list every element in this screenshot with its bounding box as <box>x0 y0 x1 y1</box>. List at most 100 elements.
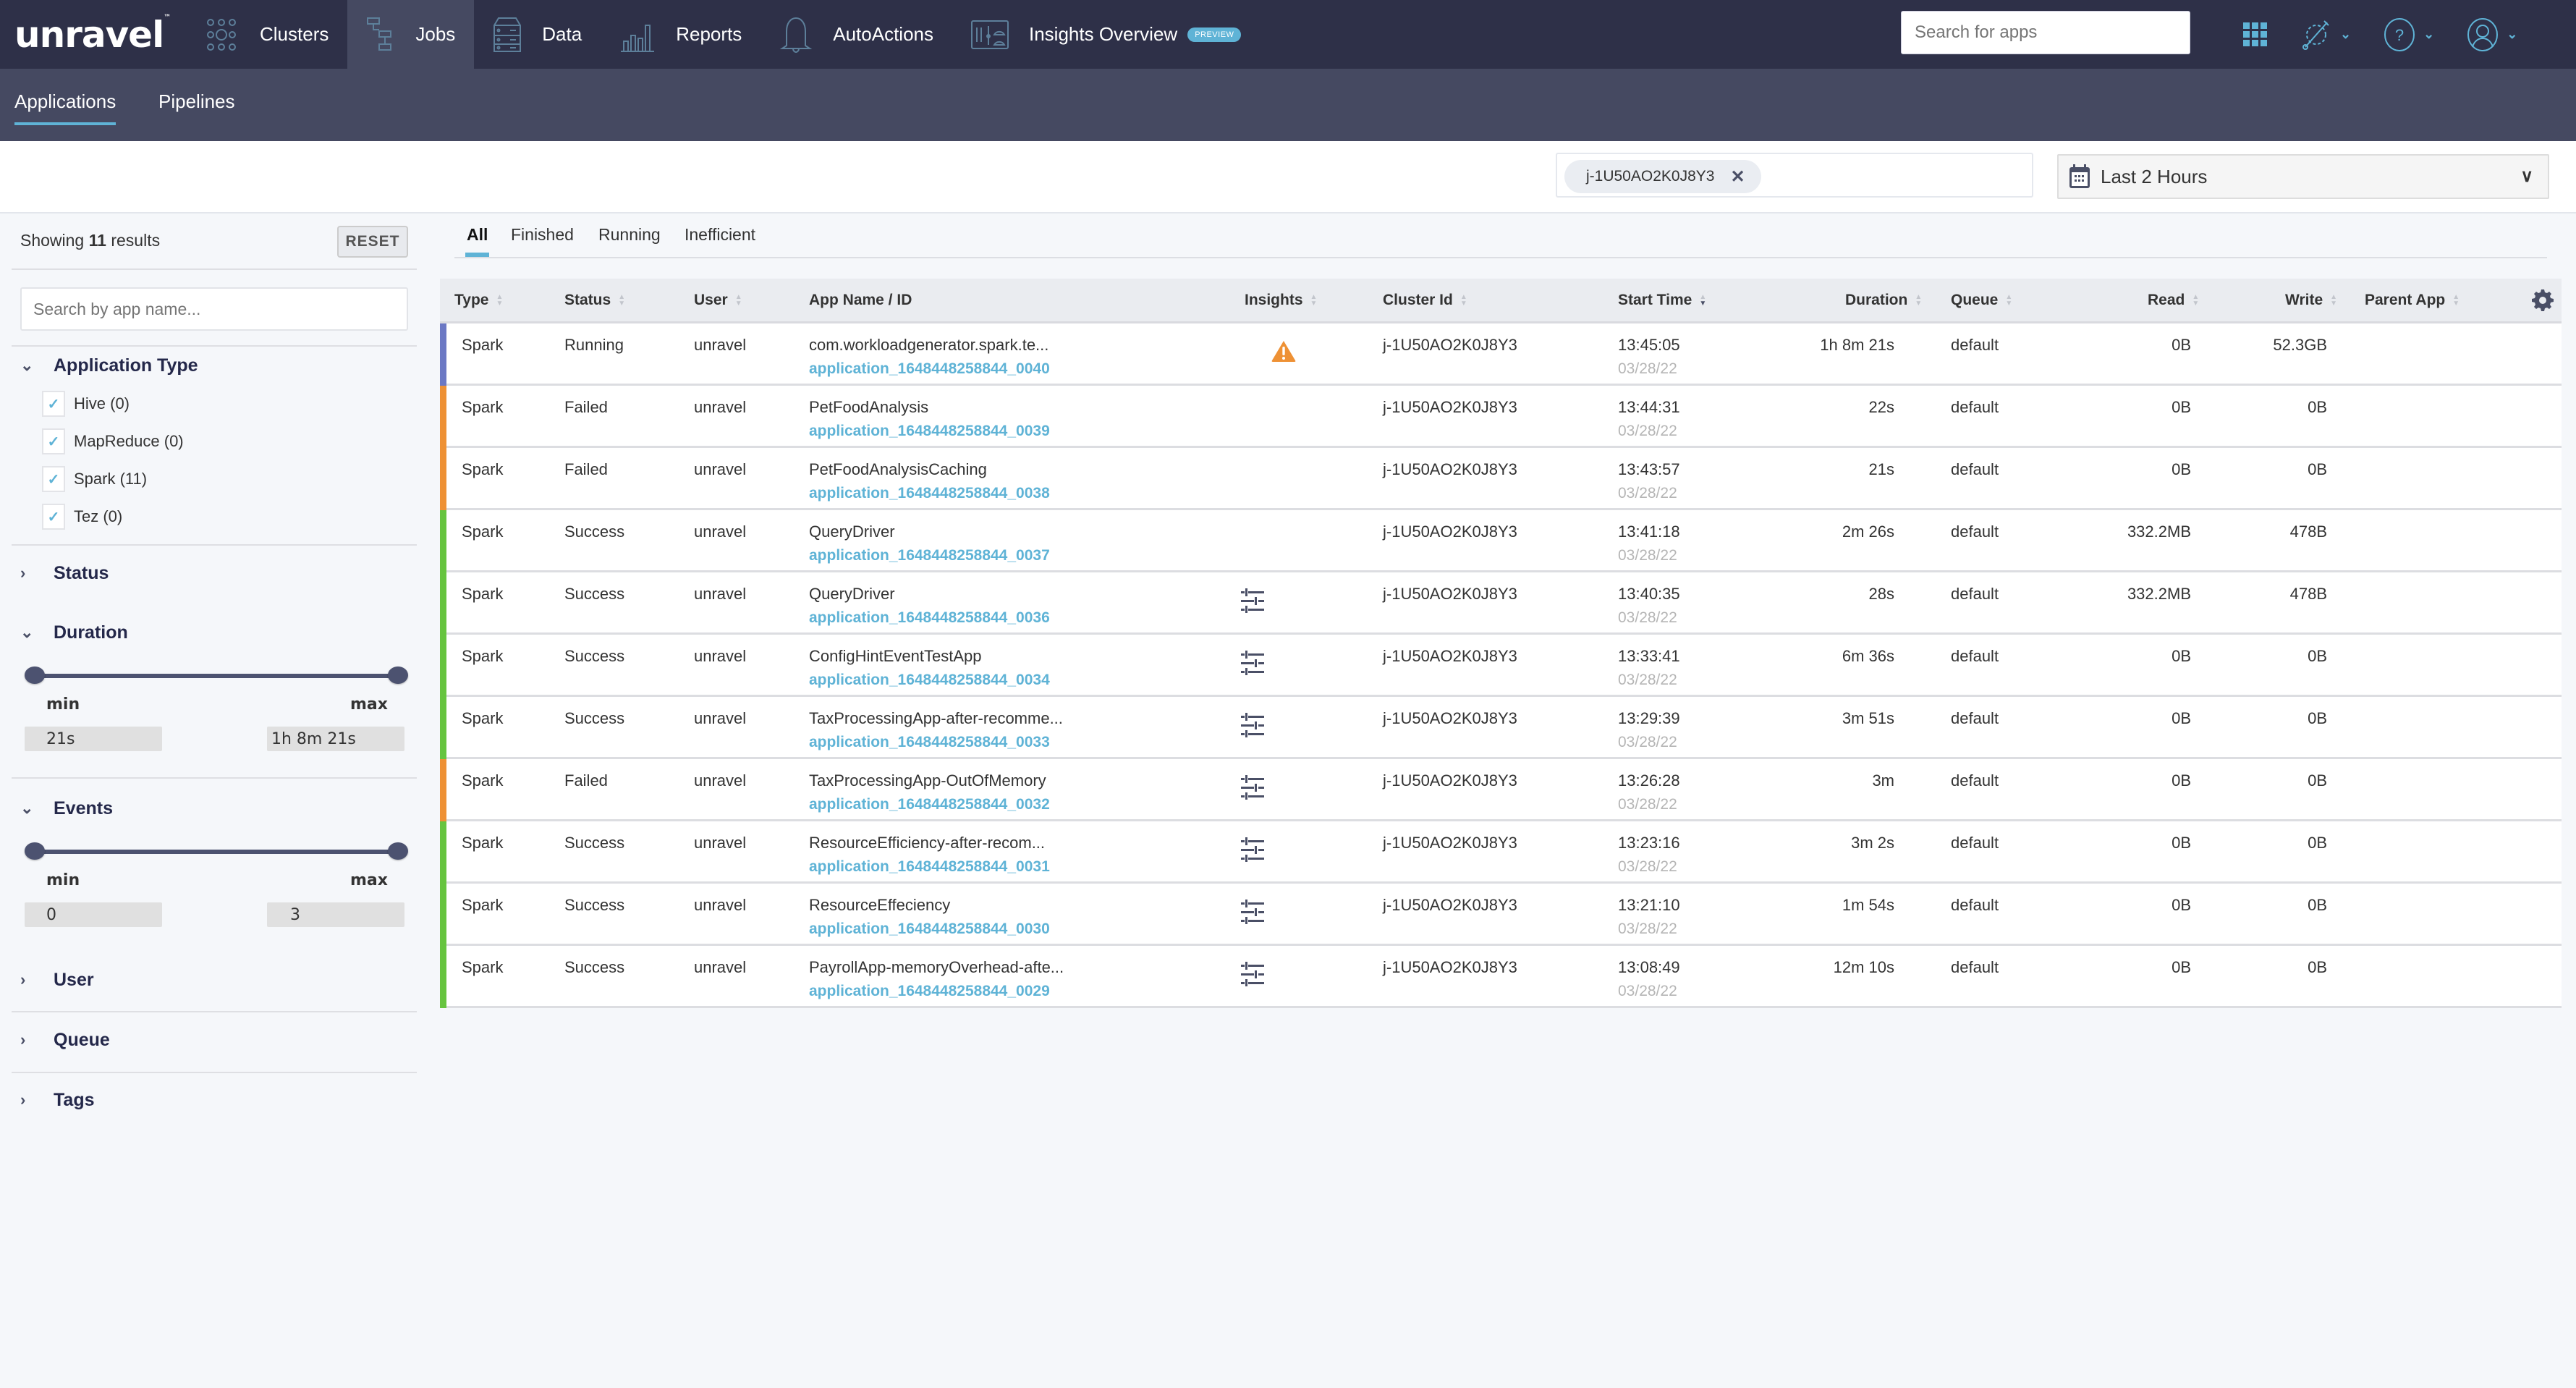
nav-reports[interactable]: Reports <box>601 0 760 69</box>
table-row[interactable]: Spark Success unravel QueryDriver applica… <box>440 572 2562 635</box>
app-id-link[interactable]: application_1648448258844_0032 <box>809 796 1050 813</box>
app-id-link[interactable]: application_1648448258844_0040 <box>809 360 1050 378</box>
nav-jobs[interactable]: Jobs <box>347 0 475 69</box>
slider-min-handle[interactable] <box>25 842 45 860</box>
cell-cluster-id: j-1U50AO2K0J8Y3 <box>1383 585 1517 603</box>
tab-inefficient[interactable]: Inefficient <box>685 225 755 245</box>
app-name-search-input[interactable] <box>20 287 408 331</box>
insight-cell[interactable] <box>1271 339 1297 366</box>
nav-clusters[interactable]: Clusters <box>185 0 347 69</box>
settings-menu-button[interactable]: ⌄ <box>2300 18 2351 51</box>
duration-max-value[interactable]: 1h 8m 21s <box>267 727 404 751</box>
close-icon[interactable]: ✕ <box>1730 166 1745 187</box>
column-read[interactable]: Read ▲ ▼ <box>2148 292 2199 309</box>
app-id-link[interactable]: application_1648448258844_0029 <box>809 983 1064 1000</box>
app-id-link[interactable]: application_1648448258844_0033 <box>809 734 1063 751</box>
duration-range-slider[interactable] <box>25 664 408 686</box>
tab-finished[interactable]: Finished <box>511 225 574 245</box>
column-label: Insights <box>1245 292 1303 308</box>
checkbox-hive[interactable]: ✓ Hive (0) <box>42 391 130 417</box>
apps-grid-button[interactable] <box>2243 22 2268 47</box>
table-row[interactable]: Spark Success unravel ResourceEffeciency… <box>440 884 2562 946</box>
section-events[interactable]: ⌄ Events <box>20 790 113 826</box>
subtab-applications[interactable]: Applications <box>14 90 116 125</box>
events-range-slider[interactable] <box>25 840 408 862</box>
app-id-link[interactable]: application_1648448258844_0031 <box>809 858 1050 876</box>
app-id-link[interactable]: application_1648448258844_0036 <box>809 609 1050 627</box>
start-date: 03/28/22 <box>1618 547 1677 564</box>
column-type[interactable]: Type ▲ ▼ <box>454 292 503 309</box>
cell-start-time: 13:41:18 03/28/22 <box>1618 522 1680 564</box>
table-row[interactable]: Spark Success unravel ConfigHintEventTes… <box>440 635 2562 697</box>
checkbox-mapreduce[interactable]: ✓ MapReduce (0) <box>42 428 184 454</box>
table-row[interactable]: Spark Failed unravel PetFoodAnalysisCach… <box>440 448 2562 510</box>
chevron-down-icon: ∨ <box>2520 166 2533 186</box>
section-status[interactable]: › Status <box>20 555 109 591</box>
section-duration[interactable]: ⌄ Duration <box>20 614 128 651</box>
column-cluster-id[interactable]: Cluster Id ▲ ▼ <box>1383 292 1467 309</box>
checkbox-tez[interactable]: ✓ Tez (0) <box>42 504 122 530</box>
cell-start-time: 13:43:57 03/28/22 <box>1618 460 1680 502</box>
date-range-select[interactable]: Last 2 Hours ∨ <box>2057 154 2549 199</box>
table-row[interactable]: Spark Success unravel TaxProcessingApp-a… <box>440 697 2562 759</box>
insight-cell[interactable] <box>1240 651 1266 679</box>
insight-cell[interactable] <box>1240 900 1266 928</box>
table-row[interactable]: Spark Success unravel QueryDriver applica… <box>440 510 2562 572</box>
insight-cell[interactable] <box>1240 962 1266 990</box>
column-queue[interactable]: Queue ▲ ▼ <box>1951 292 2012 309</box>
tab-running[interactable]: Running <box>598 225 661 245</box>
nav-autoactions[interactable]: AutoActions <box>760 0 952 69</box>
checkbox-spark[interactable]: ✓ Spark (11) <box>42 466 147 492</box>
status-color-bar <box>440 510 446 572</box>
user-menu-button[interactable]: ⌄ <box>2466 17 2517 51</box>
app-id-link[interactable]: application_1648448258844_0038 <box>809 485 1050 502</box>
table-row[interactable]: Spark Failed unravel PetFoodAnalysis appl… <box>440 386 2562 448</box>
slider-min-handle[interactable] <box>25 667 45 684</box>
slider-max-handle[interactable] <box>388 842 408 860</box>
slider-max-handle[interactable] <box>388 667 408 684</box>
app-id-link[interactable]: application_1648448258844_0037 <box>809 547 1050 564</box>
check-icon: ✓ <box>42 466 65 492</box>
events-min-value[interactable]: 0 <box>25 902 162 927</box>
unravel-logo[interactable]: unravel™ <box>0 14 185 56</box>
column-write[interactable]: Write ▲ ▼ <box>2285 292 2337 309</box>
app-id-link[interactable]: application_1648448258844_0034 <box>809 672 1050 689</box>
app-search-input[interactable] <box>1901 11 2190 54</box>
tab-all[interactable]: All <box>465 225 490 257</box>
insight-cell[interactable] <box>1240 713 1266 741</box>
section-tags[interactable]: › Tags <box>20 1082 95 1118</box>
events-max-value[interactable]: 3 <box>267 902 404 927</box>
column-user[interactable]: User ▲ ▼ <box>694 292 742 309</box>
table-row[interactable]: Spark Running unravel com.workloadgenera… <box>440 323 2562 386</box>
column-status[interactable]: Status ▲ ▼ <box>564 292 625 309</box>
subtab-pipelines[interactable]: Pipelines <box>158 90 235 113</box>
cell-read: 0B <box>2172 771 2191 790</box>
reset-button[interactable]: RESET <box>337 226 408 258</box>
column-start-time[interactable]: Start Time ▲ ▼ <box>1618 292 1706 309</box>
duration-min-value[interactable]: 21s <box>25 727 162 751</box>
app-name: QueryDriver <box>809 585 895 603</box>
column-duration[interactable]: Duration ▲ ▼ <box>1845 292 1922 309</box>
cluster-filter-input[interactable]: j-1U50AO2K0J8Y3 ✕ <box>1556 153 2033 198</box>
column-insights[interactable]: Insights ▲ ▼ <box>1245 292 1317 309</box>
app-id-link[interactable]: application_1648448258844_0039 <box>809 423 1050 440</box>
table-row[interactable]: Spark Failed unravel TaxProcessingApp-Ou… <box>440 759 2562 821</box>
section-user[interactable]: › User <box>20 962 94 998</box>
app-id-link[interactable]: application_1648448258844_0030 <box>809 921 1050 938</box>
table-row[interactable]: Spark Success unravel PayrollApp-memoryO… <box>440 946 2562 1008</box>
cell-type: Spark <box>462 398 504 416</box>
nav-data[interactable]: Data <box>474 0 601 69</box>
cell-cluster-id: j-1U50AO2K0J8Y3 <box>1383 647 1517 665</box>
insight-cell[interactable] <box>1240 775 1266 803</box>
section-application-type[interactable]: ⌄ Application Type <box>20 347 198 384</box>
insight-cell[interactable] <box>1240 588 1266 617</box>
help-menu-button[interactable]: ? ⌄ <box>2383 17 2434 51</box>
insight-cell[interactable] <box>1240 837 1266 866</box>
start-time: 13:33:41 <box>1618 647 1680 665</box>
status-color-bar <box>440 635 446 697</box>
gear-icon[interactable] <box>2531 289 2554 312</box>
section-queue[interactable]: › Queue <box>20 1022 110 1058</box>
nav-insights-overview[interactable]: Insights Overview PREVIEW <box>952 0 1260 69</box>
column-parent-app[interactable]: Parent App ▲ ▼ <box>2365 292 2460 309</box>
table-row[interactable]: Spark Success unravel ResourceEfficiency… <box>440 821 2562 884</box>
